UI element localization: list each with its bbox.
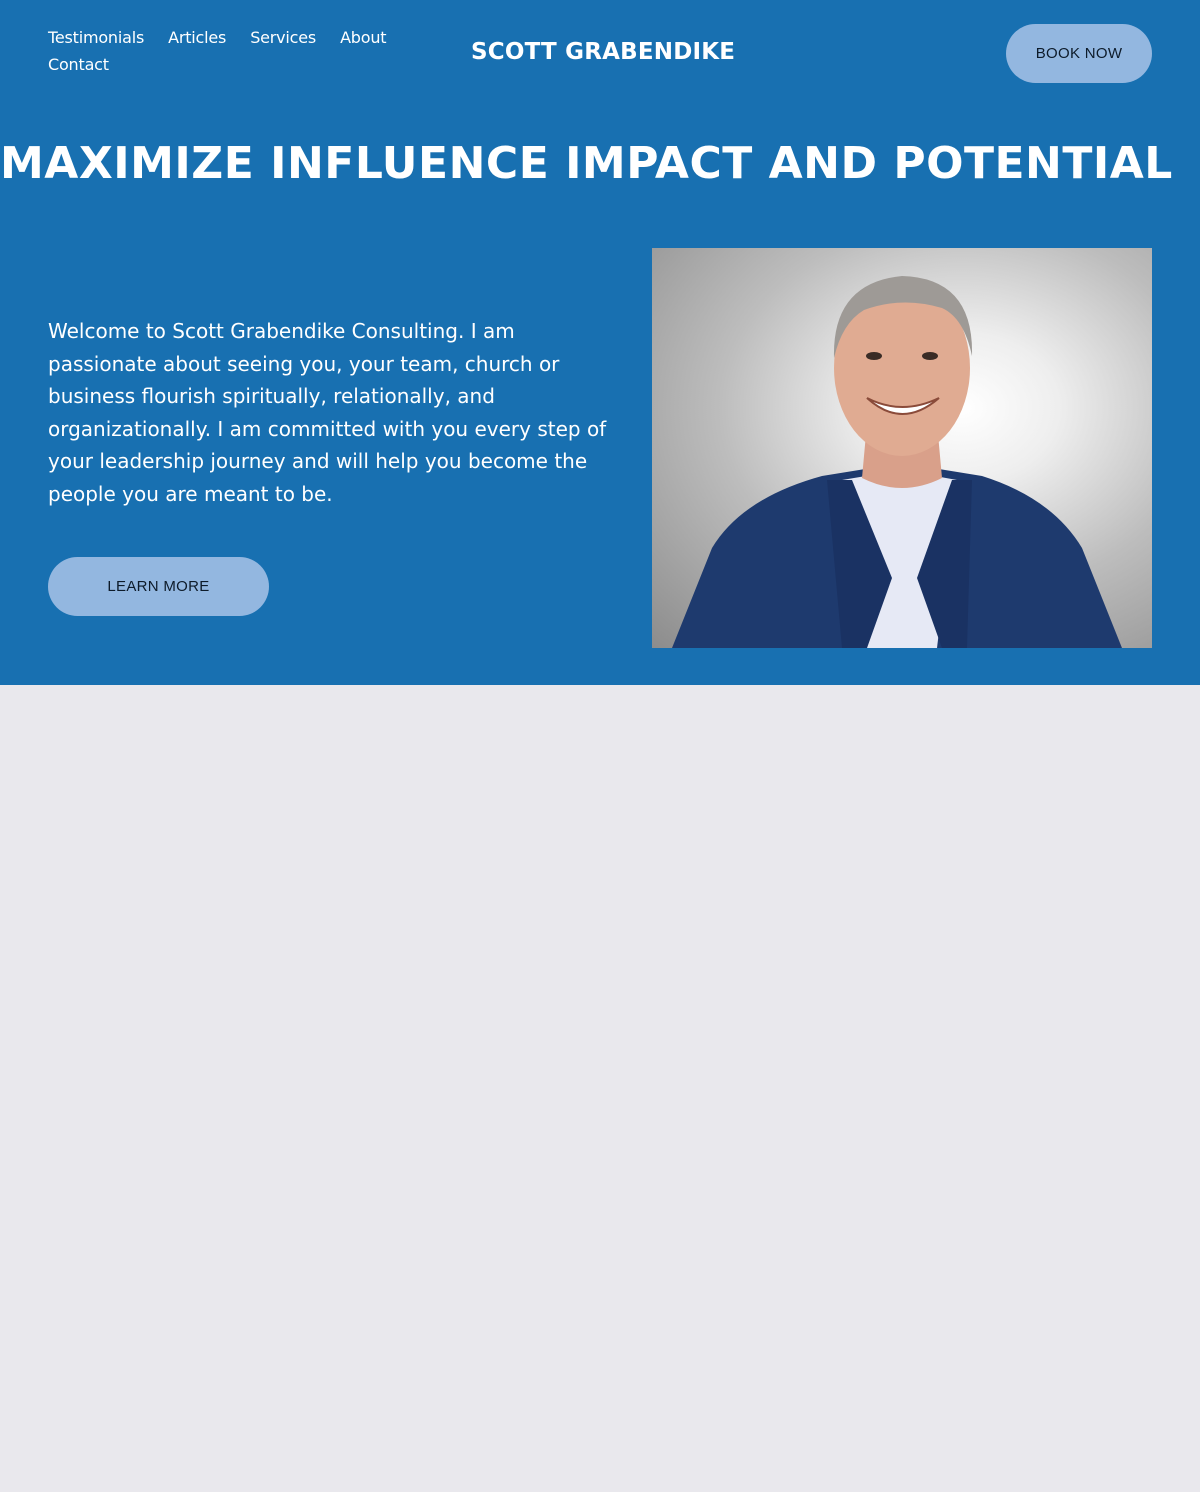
hero-section: Testimonials Articles Services About Con…: [0, 0, 1200, 685]
nav-link-articles[interactable]: Articles: [168, 26, 226, 49]
section-heading-peek: [56, 1472, 1156, 1492]
site-logo[interactable]: SCOTT GRABENDIKE: [471, 36, 735, 68]
portrait-photo: [652, 248, 1152, 648]
next-section: [0, 685, 1200, 800]
portrait-illustration: [672, 276, 1122, 648]
nav-link-about[interactable]: About: [340, 26, 387, 49]
main-nav: Testimonials Articles Services About Con…: [48, 26, 428, 76]
nav-link-contact[interactable]: Contact: [48, 53, 109, 76]
nav-link-services[interactable]: Services: [250, 26, 316, 49]
hero-headline: MAXIMIZE INFLUENCE IMPACT AND POTENTIAL: [0, 138, 1173, 189]
nav-link-testimonials[interactable]: Testimonials: [48, 26, 144, 49]
hero-intro-text: Welcome to Scott Grabendike Consulting. …: [48, 319, 607, 506]
learn-more-button[interactable]: LEARN MORE: [48, 557, 269, 616]
book-now-button[interactable]: BOOK NOW: [1006, 24, 1152, 83]
